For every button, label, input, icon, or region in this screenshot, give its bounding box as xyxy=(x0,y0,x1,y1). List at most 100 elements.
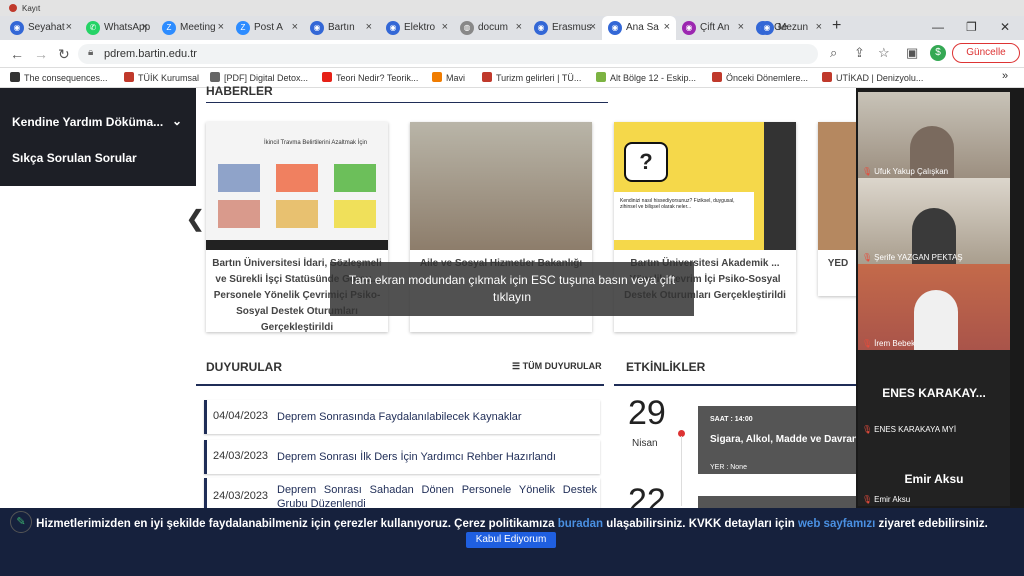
address-input[interactable]: 🔒︎ pdrem.bartin.edu.tr xyxy=(78,44,818,64)
tab-mezun[interactable]: ◉ Mezun × xyxy=(754,16,828,40)
bookmark-item[interactable]: Turizm gelirleri | TÜ... xyxy=(482,72,581,83)
participant-tile[interactable]: ENES KARAKAY... 🎙︎ ENES KARAKAYA MYİ xyxy=(858,350,1010,436)
close-tab-icon[interactable]: × xyxy=(292,21,298,33)
share-icon[interactable]: ⇪ xyxy=(854,45,865,61)
close-tab-icon[interactable]: × xyxy=(442,21,448,33)
profile-avatar[interactable]: $ xyxy=(930,45,946,61)
close-tab-icon[interactable]: × xyxy=(66,21,72,33)
site-icon: ◉ xyxy=(682,21,696,35)
announcement-item[interactable]: 04/04/2023 Deprem Sonrasında Faydalanıla… xyxy=(204,400,600,434)
reload-icon[interactable]: ↻ xyxy=(58,46,70,63)
more-bookmarks-icon[interactable]: » xyxy=(1002,70,1008,82)
star-icon[interactable]: ☆ xyxy=(878,45,890,61)
close-tab-icon[interactable]: × xyxy=(590,21,596,33)
sidebar-item-faq[interactable]: Sıkça Sorulan Sorular xyxy=(12,151,137,165)
back-icon[interactable]: ← xyxy=(10,46,24,62)
bookmarks-bar: The consequences... TÜİK Kurumsal [PDF] … xyxy=(0,68,1024,88)
bookmark-item[interactable]: Önceki Dönemlere... xyxy=(712,72,808,83)
mic-muted-icon: 🎙︎ xyxy=(862,425,873,434)
site-icon: ◉ xyxy=(760,21,774,35)
close-tab-icon[interactable]: × xyxy=(664,21,670,33)
pencil-icon[interactable]: ✎ xyxy=(10,511,32,533)
announcements-title: DUYURULAR xyxy=(206,360,282,374)
announcement-item[interactable]: 24/03/2023 Deprem Sonrası İlk Ders İçin … xyxy=(204,440,600,474)
mic-muted-icon: 🎙︎ xyxy=(862,495,873,504)
event-card[interactable]: SAAT : 14:00 Sigara, Alkol, Madde ve Dav… xyxy=(698,406,866,474)
tab-elektro[interactable]: ◉ Elektro × xyxy=(380,16,454,40)
bookmark-item[interactable]: Alt Bölge 12 - Eskip... xyxy=(596,72,696,83)
bookmark-item[interactable]: Mavi xyxy=(432,72,465,83)
participant-name: 🎙︎ İrem Bebek xyxy=(862,339,916,348)
tab-cift[interactable]: ◉ Çift An × xyxy=(676,16,750,40)
cookie-text: Hizmetlerimizden en iyi şekilde faydalan… xyxy=(36,518,988,530)
participant-tile[interactable]: 🎙︎ Ufuk Yakup Çalışkan xyxy=(858,92,1010,178)
news-caption: YED xyxy=(827,258,849,269)
close-tab-icon[interactable]: × xyxy=(142,21,148,33)
restore-icon[interactable]: ❐ xyxy=(966,20,977,34)
tab-bartin[interactable]: ◉ Bartın × xyxy=(304,16,378,40)
news-image xyxy=(818,122,858,250)
site-icon: ◉ xyxy=(534,21,548,35)
close-tab-icon[interactable]: × xyxy=(516,21,522,33)
close-tab-icon[interactable]: × xyxy=(366,21,372,33)
divider xyxy=(206,102,608,103)
site-icon: ◉ xyxy=(386,21,400,35)
announcement-item[interactable]: 24/03/2023 Deprem Sonrası Sahadan Dönen … xyxy=(204,478,600,508)
close-tab-icon[interactable]: × xyxy=(218,21,224,33)
tab-seyahat[interactable]: ◉ Seyahat × xyxy=(4,16,78,40)
participant-tile[interactable]: 🎙︎ İrem Bebek xyxy=(858,264,1010,350)
participant-display-name: Emir Aksu xyxy=(904,472,964,486)
bookmark-item[interactable]: UTİKAD | Denizyolu... xyxy=(822,72,923,83)
bookmark-icon xyxy=(210,72,220,82)
divider xyxy=(196,384,604,386)
news-image: İkincil Travma Belirtilerini Azaltmak İç… xyxy=(206,122,388,250)
announcement-title: Deprem Sonrası İlk Ders İçin Yardımcı Re… xyxy=(277,451,556,463)
site-icon: ◉ xyxy=(10,21,24,35)
tab-document[interactable]: ◍ docum × xyxy=(454,16,528,40)
chevron-down-icon: ⌄ xyxy=(172,114,183,128)
close-tab-icon[interactable]: × xyxy=(816,21,822,33)
tab-meeting[interactable]: Z Meeting × xyxy=(156,16,230,40)
tab-post[interactable]: Z Post A × xyxy=(230,16,304,40)
participant-tile[interactable]: Emir Aksu 🎙︎ Emir Aksu xyxy=(858,436,1010,506)
close-tab-icon[interactable]: × xyxy=(738,21,744,33)
cookie-policy-link[interactable]: buradan xyxy=(558,518,603,530)
sidepanel-icon[interactable]: ▣ xyxy=(906,45,918,61)
search-icon[interactable]: ⌕ xyxy=(830,45,837,61)
event-day: 29 xyxy=(628,394,666,432)
event-card[interactable] xyxy=(698,496,858,508)
accept-cookies-button[interactable]: Kabul Ediyorum xyxy=(466,532,556,548)
bookmark-item[interactable]: Teori Nedir? Teorik... xyxy=(322,72,418,83)
tab-erasmus[interactable]: ◉ Erasmus × xyxy=(528,16,602,40)
news-image xyxy=(410,122,592,250)
bookmark-icon xyxy=(596,72,606,82)
list-icon: ☰ xyxy=(512,361,523,371)
forward-icon[interactable]: → xyxy=(34,46,48,62)
record-dot-icon xyxy=(9,4,17,12)
all-announcements-link[interactable]: ☰ TÜM DUYURULAR xyxy=(512,361,602,372)
participant-tile[interactable]: 🎙︎ Şerife YAZGAN PEKTAŞ xyxy=(858,178,1010,264)
tab-ana-sayfa[interactable]: ◉ Ana Sa × xyxy=(602,16,676,40)
lock-icon[interactable]: 🔒︎ xyxy=(88,47,93,58)
minimize-icon[interactable]: — xyxy=(932,20,944,34)
announcement-date: 04/04/2023 xyxy=(213,410,269,422)
site-icon: ◉ xyxy=(310,21,324,35)
bookmark-item[interactable]: [PDF] Digital Detox... xyxy=(210,72,308,83)
event-place: YER : None xyxy=(710,464,747,471)
globe-icon: ◍ xyxy=(460,21,474,35)
fullscreen-toast: Tam ekran modundan çıkmak için ESC tuşun… xyxy=(330,262,694,316)
event-time: SAAT : 14:00 xyxy=(710,416,753,423)
bookmark-item[interactable]: The consequences... xyxy=(10,72,108,83)
participant-video xyxy=(914,290,958,350)
close-window-icon[interactable]: ✕ xyxy=(1000,20,1010,34)
site-icon: ◉ xyxy=(608,21,622,35)
news-card[interactable]: YED xyxy=(818,122,858,296)
carousel-prev-icon[interactable]: ❮ xyxy=(186,206,204,232)
tab-whatsapp[interactable]: ✆ WhatsApp × xyxy=(80,16,154,40)
kvkk-link[interactable]: web sayfamızı xyxy=(798,518,875,530)
announcement-title: Deprem Sonrasında Faydalanılabilecek Kay… xyxy=(277,411,522,423)
sidebar-item-self-help[interactable]: Kendine Yardım Döküma... ⌄ xyxy=(12,114,182,129)
update-button[interactable]: Güncelle xyxy=(952,43,1020,63)
new-tab-icon[interactable]: + xyxy=(832,17,841,35)
bookmark-item[interactable]: TÜİK Kurumsal xyxy=(124,72,199,83)
